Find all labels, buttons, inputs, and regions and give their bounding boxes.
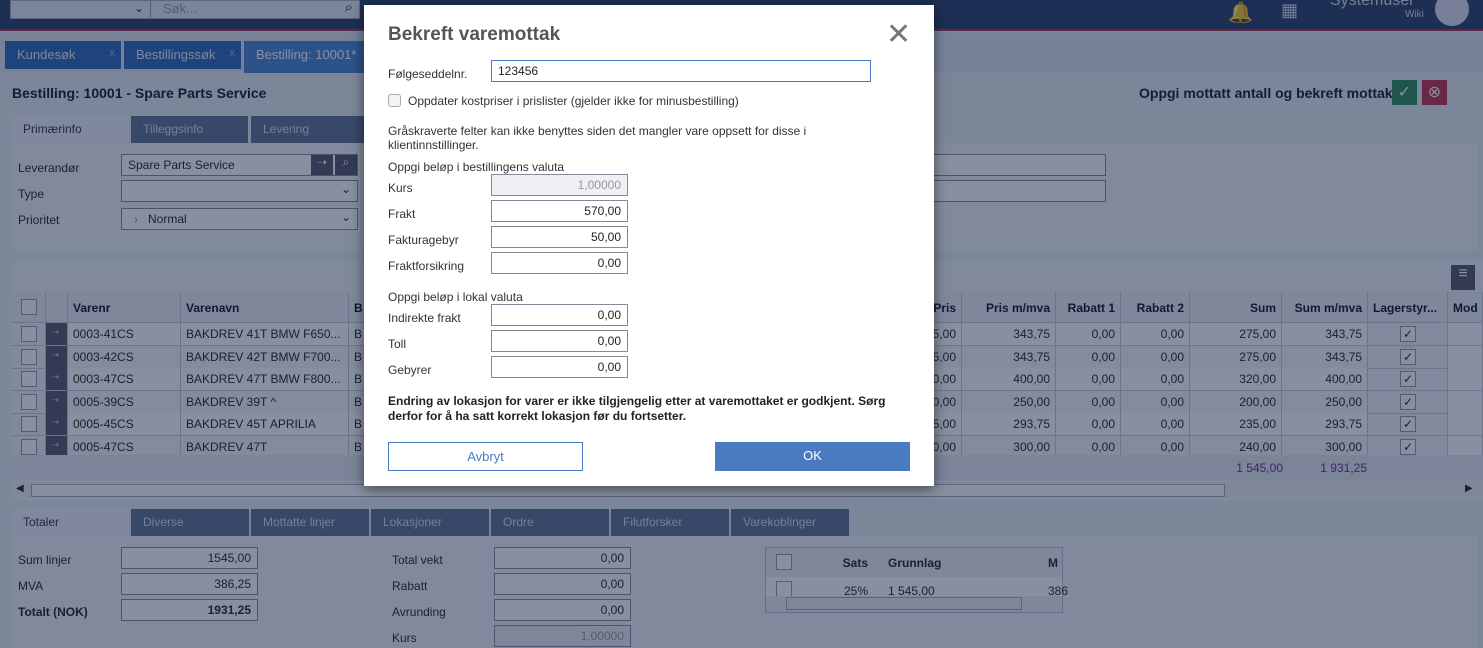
field-label: Indirekte frakt bbox=[388, 311, 461, 325]
amount-input[interactable]: 50,00 bbox=[491, 226, 628, 248]
update-costs-checkbox[interactable] bbox=[388, 94, 401, 107]
info-text: Gråskraverte felter kan ikke benyttes si… bbox=[388, 124, 807, 152]
slip-label: Følgeseddelnr. bbox=[388, 67, 468, 81]
cancel-button[interactable]: Avbryt bbox=[388, 442, 583, 471]
field-label: Toll bbox=[388, 337, 407, 351]
amount-input[interactable]: 570,00 bbox=[491, 200, 628, 222]
field-label: Gebyrer bbox=[388, 363, 432, 377]
field-label: Fraktforsikring bbox=[388, 259, 465, 273]
warning-text: Endring av lokasjon for varer er ikke ti… bbox=[388, 394, 886, 423]
amount-input[interactable]: 0,00 bbox=[491, 330, 628, 352]
section-local-currency: Oppgi beløp i lokal valuta bbox=[388, 290, 523, 304]
confirm-receipt-dialog: Bekreft varemottak ✕ Følgeseddelnr. 1234… bbox=[364, 5, 934, 486]
field-label: Kurs bbox=[388, 181, 413, 195]
amount-input[interactable]: 0,00 bbox=[491, 356, 628, 378]
amount-input: 1,00000 bbox=[491, 174, 628, 196]
update-costs-label: Oppdater kostpriser i prislister (gjelde… bbox=[408, 94, 739, 108]
dialog-title: Bekreft varemottak bbox=[388, 24, 561, 45]
amount-input[interactable]: 0,00 bbox=[491, 252, 628, 274]
section-order-currency: Oppgi beløp i bestillingens valuta bbox=[388, 160, 565, 174]
slip-number-input[interactable]: 123456 bbox=[491, 60, 871, 82]
close-icon[interactable]: ✕ bbox=[886, 17, 911, 52]
ok-button[interactable]: OK bbox=[715, 442, 910, 471]
field-label: Frakt bbox=[388, 207, 416, 221]
field-label: Fakturagebyr bbox=[388, 233, 459, 247]
amount-input[interactable]: 0,00 bbox=[491, 304, 628, 326]
